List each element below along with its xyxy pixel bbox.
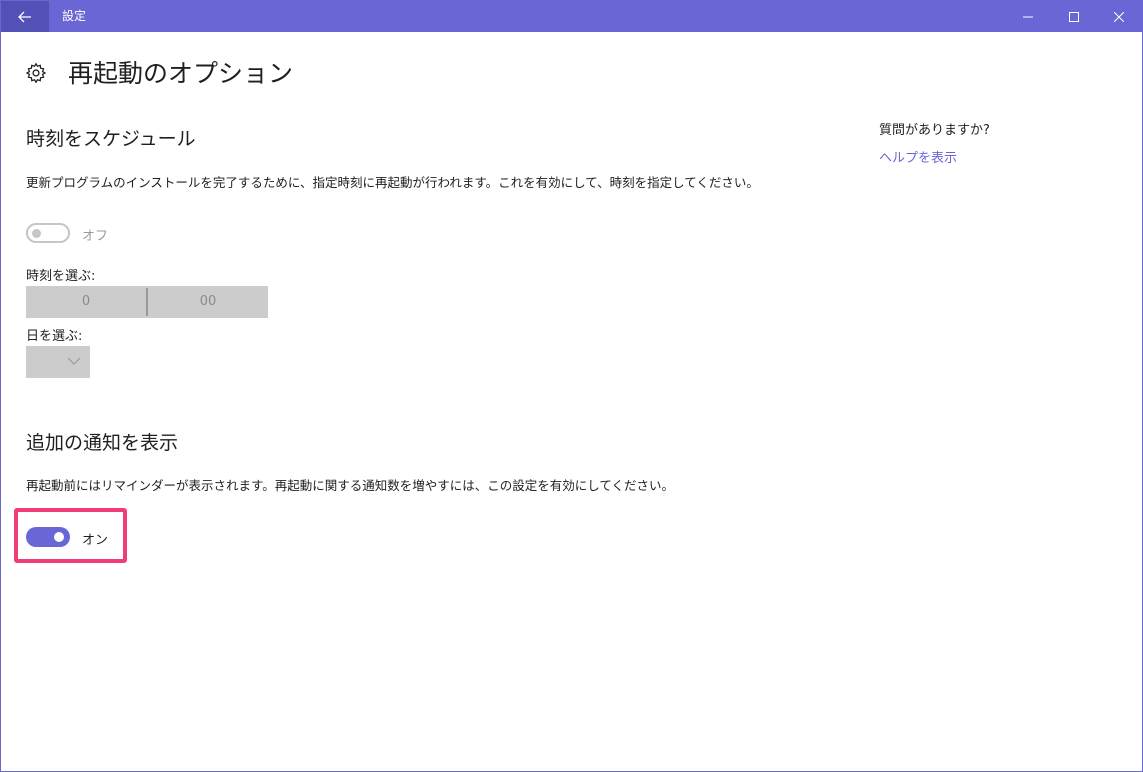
settings-window: 設定 再起動のオプション 時刻をスケジュール 更新プログラムのインストールを完了… <box>0 0 1143 772</box>
schedule-toggle-label: オフ <box>82 229 109 244</box>
back-button[interactable] <box>1 1 49 32</box>
day-label: 日を選ぶ: <box>26 329 83 344</box>
day-dropdown[interactable] <box>26 346 90 378</box>
close-button[interactable] <box>1096 1 1142 32</box>
schedule-description: 更新プログラムのインストールを完了するために、指定時刻に再起動が行われます。これ… <box>26 175 759 190</box>
notifications-description: 再起動前にはリマインダーが表示されます。再起動に関する通知数を増やすには、この設… <box>26 478 675 493</box>
title-bar: 設定 <box>1 1 1142 32</box>
chevron-down-icon <box>67 357 81 365</box>
back-arrow-icon <box>18 11 31 22</box>
window-title: 設定 <box>62 9 87 23</box>
minute-value[interactable]: 00 <box>148 286 268 318</box>
time-label: 時刻を選ぶ: <box>26 269 96 284</box>
hour-value[interactable]: 0 <box>26 286 146 318</box>
notifications-heading: 追加の通知を表示 <box>26 432 179 454</box>
page-title: 再起動のオプション <box>68 59 294 88</box>
schedule-heading: 時刻をスケジュール <box>26 128 196 150</box>
maximize-icon <box>1069 11 1079 22</box>
toggle-knob <box>54 532 64 542</box>
help-question: 質問がありますか? <box>879 123 990 138</box>
maximize-button[interactable] <box>1051 1 1097 32</box>
notifications-toggle[interactable] <box>26 527 70 547</box>
gear-icon <box>25 62 47 84</box>
minimize-button[interactable] <box>1005 1 1051 32</box>
schedule-toggle[interactable] <box>26 223 70 243</box>
toggle-knob <box>32 229 41 238</box>
notifications-toggle-label: オン <box>82 533 109 548</box>
time-picker[interactable]: 0 00 <box>26 286 268 318</box>
help-link[interactable]: ヘルプを表示 <box>879 147 957 166</box>
minimize-icon <box>1023 16 1033 17</box>
close-icon <box>1114 11 1124 22</box>
